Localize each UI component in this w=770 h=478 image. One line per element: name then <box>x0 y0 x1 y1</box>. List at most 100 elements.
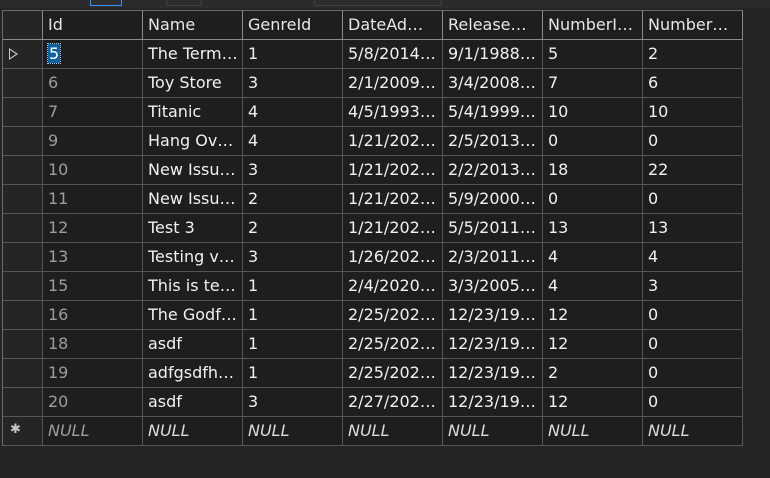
cell-number-in-stock[interactable]: 7 <box>543 69 643 98</box>
cell-id[interactable]: 12 <box>43 214 143 243</box>
cell-date-added[interactable]: 1/21/202… <box>343 185 443 214</box>
cell-number-available[interactable]: 13 <box>643 214 743 243</box>
cell-genre-id[interactable]: 1 <box>243 301 343 330</box>
cell-id[interactable]: 18 <box>43 330 143 359</box>
cell-name[interactable]: New Issu… <box>143 185 243 214</box>
column-header-number-in-stock[interactable]: NumberI… <box>543 11 643 40</box>
cell-number-in-stock[interactable]: 0 <box>543 185 643 214</box>
cell-release-date[interactable]: 5/4/1999… <box>443 98 543 127</box>
table-row[interactable]: 9 Hang Ov… 4 1/21/202… 2/5/2013… 0 0 <box>3 127 743 156</box>
cell-release-date[interactable]: 5/5/2011… <box>443 214 543 243</box>
cell-number-in-stock[interactable]: 12 <box>543 388 643 417</box>
cell-genre-id[interactable]: 3 <box>243 243 343 272</box>
cell-name[interactable]: This is te… <box>143 272 243 301</box>
table-row[interactable]: 7 Titanic 4 4/5/1993… 5/4/1999… 10 10 <box>3 98 743 127</box>
cell-number-available[interactable]: 0 <box>643 185 743 214</box>
cell-release-date[interactable]: 12/23/19… <box>443 359 543 388</box>
table-row[interactable]: 19 adfgsdfh… 1 2/25/202… 12/23/19… 2 0 <box>3 359 743 388</box>
cell-number-available[interactable]: 4 <box>643 243 743 272</box>
cell-id[interactable]: 16 <box>43 301 143 330</box>
cell-number-available[interactable]: 6 <box>643 69 743 98</box>
cell-date-added[interactable]: 5/8/2014… <box>343 40 443 69</box>
row-selector[interactable] <box>3 301 43 330</box>
cell-release-date[interactable]: 12/23/19… <box>443 301 543 330</box>
cell-number-in-stock[interactable]: 0 <box>543 127 643 156</box>
cell-release-date[interactable]: 2/5/2013… <box>443 127 543 156</box>
row-selector[interactable] <box>3 185 43 214</box>
column-header-id[interactable]: Id <box>43 11 143 40</box>
table-row[interactable]: 10 New Issu… 3 1/21/202… 2/2/2013… 18 22 <box>3 156 743 185</box>
toolbar-field[interactable] <box>314 0 442 6</box>
cell-id[interactable]: 13 <box>43 243 143 272</box>
select-all-corner[interactable] <box>3 11 43 40</box>
cell-name[interactable]: asdf <box>143 388 243 417</box>
cell-date-added[interactable]: 2/1/2009… <box>343 69 443 98</box>
null-cell-number-available[interactable]: NULL <box>643 417 743 446</box>
table-row[interactable]: 16 The Godf… 1 2/25/202… 12/23/19… 12 0 <box>3 301 743 330</box>
cell-release-date[interactable]: 3/3/2005… <box>443 272 543 301</box>
table-row[interactable]: 5 The Termi… 1 5/8/2014… 9/1/1988… 5 2 <box>3 40 743 69</box>
null-cell-date-added[interactable]: NULL <box>343 417 443 446</box>
table-row[interactable]: 18 asdf 1 2/25/202… 12/23/19… 12 0 <box>3 330 743 359</box>
table-row[interactable]: 11 New Issu… 2 1/21/202… 5/9/2000… 0 0 <box>3 185 743 214</box>
cell-number-available[interactable]: 3 <box>643 272 743 301</box>
cell-name[interactable]: asdf <box>143 330 243 359</box>
cell-genre-id[interactable]: 4 <box>243 127 343 156</box>
cell-genre-id[interactable]: 4 <box>243 98 343 127</box>
cell-genre-id[interactable]: 1 <box>243 330 343 359</box>
cell-number-available[interactable]: 0 <box>643 127 743 156</box>
cell-genre-id[interactable]: 1 <box>243 40 343 69</box>
cell-id[interactable]: 9 <box>43 127 143 156</box>
cell-date-added[interactable]: 1/26/202… <box>343 243 443 272</box>
cell-name[interactable]: The Godf… <box>143 301 243 330</box>
cell-number-available[interactable]: 0 <box>643 301 743 330</box>
toolbar-tab[interactable] <box>166 0 202 6</box>
null-cell-release-date[interactable]: NULL <box>443 417 543 446</box>
cell-date-added[interactable]: 1/21/202… <box>343 127 443 156</box>
cell-id[interactable]: 5 <box>43 40 143 69</box>
cell-date-added[interactable]: 2/4/2020… <box>343 272 443 301</box>
cell-number-in-stock[interactable]: 12 <box>543 301 643 330</box>
cell-date-added[interactable]: 1/21/202… <box>343 156 443 185</box>
toolbar-tab-active[interactable] <box>90 0 122 6</box>
cell-genre-id[interactable]: 2 <box>243 214 343 243</box>
cell-name[interactable]: adfgsdfh… <box>143 359 243 388</box>
cell-id[interactable]: 19 <box>43 359 143 388</box>
cell-id[interactable]: 20 <box>43 388 143 417</box>
cell-name[interactable]: Hang Ov… <box>143 127 243 156</box>
cell-number-in-stock[interactable]: 10 <box>543 98 643 127</box>
cell-id[interactable]: 15 <box>43 272 143 301</box>
column-header-release-date[interactable]: Release… <box>443 11 543 40</box>
cell-number-available[interactable]: 2 <box>643 40 743 69</box>
cell-number-available[interactable]: 22 <box>643 156 743 185</box>
cell-release-date[interactable]: 2/2/2013… <box>443 156 543 185</box>
cell-genre-id[interactable]: 1 <box>243 272 343 301</box>
row-selector[interactable] <box>3 359 43 388</box>
cell-id[interactable]: 7 <box>43 98 143 127</box>
cell-id[interactable]: 10 <box>43 156 143 185</box>
row-selector[interactable] <box>3 69 43 98</box>
cell-name[interactable]: New Issu… <box>143 156 243 185</box>
row-selector-new[interactable]: ✱ <box>3 417 43 446</box>
cell-genre-id[interactable]: 3 <box>243 388 343 417</box>
cell-number-available[interactable]: 0 <box>643 388 743 417</box>
cell-release-date[interactable]: 12/23/19… <box>443 388 543 417</box>
row-selector[interactable] <box>3 127 43 156</box>
row-selector[interactable] <box>3 156 43 185</box>
cell-number-in-stock[interactable]: 18 <box>543 156 643 185</box>
cell-number-in-stock[interactable]: 4 <box>543 243 643 272</box>
cell-date-added[interactable]: 2/25/202… <box>343 330 443 359</box>
cell-name[interactable]: Toy Store <box>143 69 243 98</box>
table-row[interactable]: 20 asdf 3 2/27/202… 12/23/19… 12 0 <box>3 388 743 417</box>
cell-number-available[interactable]: 10 <box>643 98 743 127</box>
null-cell-id[interactable]: NULL <box>43 417 143 446</box>
row-selector[interactable] <box>3 272 43 301</box>
cell-number-in-stock[interactable]: 5 <box>543 40 643 69</box>
cell-release-date[interactable]: 3/4/2008… <box>443 69 543 98</box>
cell-number-in-stock[interactable]: 12 <box>543 330 643 359</box>
column-header-name[interactable]: Name <box>143 11 243 40</box>
cell-genre-id[interactable]: 3 <box>243 69 343 98</box>
selected-cell-value[interactable]: 5 <box>46 43 62 64</box>
cell-genre-id[interactable]: 1 <box>243 359 343 388</box>
cell-date-added[interactable]: 2/25/202… <box>343 301 443 330</box>
